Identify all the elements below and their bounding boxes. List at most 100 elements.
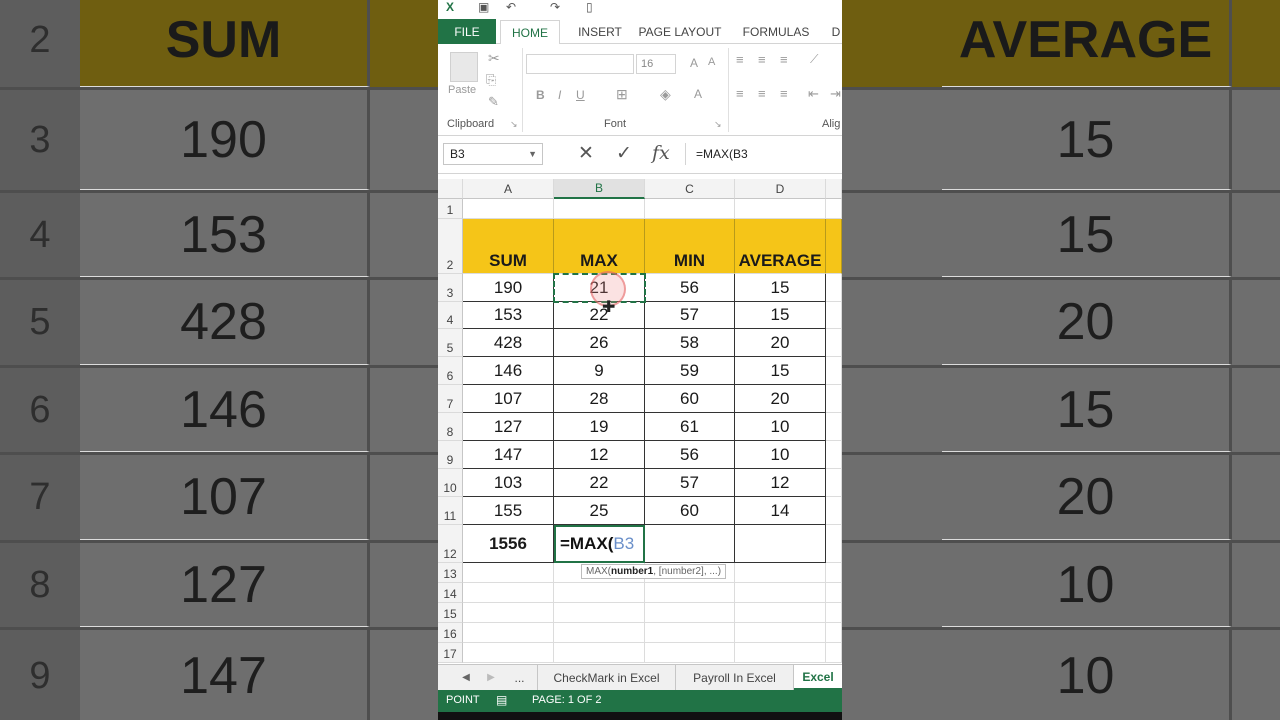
- data-cell[interactable]: 19: [554, 413, 645, 441]
- data-cell[interactable]: 10: [735, 441, 826, 469]
- row-header[interactable]: 4: [438, 302, 463, 329]
- data-cell[interactable]: 107: [463, 385, 554, 413]
- data-cell[interactable]: 59: [645, 357, 735, 385]
- clipboard-launcher-icon[interactable]: ↘: [510, 119, 518, 130]
- font-name-select[interactable]: [526, 54, 634, 74]
- row-header[interactable]: 2: [438, 219, 463, 274]
- row-header[interactable]: 3: [438, 274, 463, 302]
- font-color-icon[interactable]: A: [694, 87, 702, 101]
- paste-icon[interactable]: [450, 52, 478, 82]
- data-cell[interactable]: 147: [463, 441, 554, 469]
- data-cell[interactable]: 12: [554, 441, 645, 469]
- italic-button[interactable]: I: [558, 88, 561, 102]
- data-cell[interactable]: 20: [735, 329, 826, 357]
- cell[interactable]: [463, 603, 554, 623]
- chevron-down-icon[interactable]: ▼: [528, 144, 537, 164]
- align-center-icon[interactable]: ≡: [758, 86, 766, 101]
- name-box[interactable]: B3 ▼: [443, 143, 543, 165]
- cell[interactable]: [826, 623, 842, 643]
- row-header[interactable]: 8: [438, 413, 463, 441]
- cell[interactable]: [735, 563, 826, 583]
- cell[interactable]: [554, 603, 645, 623]
- cell[interactable]: [554, 643, 645, 663]
- data-cell[interactable]: 26: [554, 329, 645, 357]
- data-cell[interactable]: 22: [554, 469, 645, 497]
- cell[interactable]: [826, 199, 842, 219]
- cell[interactable]: [735, 583, 826, 603]
- data-cell[interactable]: 127: [463, 413, 554, 441]
- row-header[interactable]: 10: [438, 469, 463, 497]
- cell[interactable]: [645, 623, 735, 643]
- sheet-tab-more[interactable]: ...: [502, 665, 538, 690]
- cell[interactable]: [645, 643, 735, 663]
- data-cell[interactable]: 15: [735, 302, 826, 329]
- data-cell[interactable]: 61: [645, 413, 735, 441]
- cell[interactable]: [826, 385, 842, 413]
- cell[interactable]: [826, 525, 842, 563]
- sheet-tab-payroll[interactable]: Payroll In Excel: [676, 665, 794, 690]
- data-cell[interactable]: 9: [554, 357, 645, 385]
- formula-input[interactable]: =MAX(B3: [685, 143, 842, 165]
- increase-indent-icon[interactable]: ⇥: [830, 86, 841, 102]
- data-cell[interactable]: 10: [735, 413, 826, 441]
- row-header[interactable]: 6: [438, 357, 463, 385]
- cell[interactable]: [826, 583, 842, 603]
- data-cell[interactable]: 14: [735, 497, 826, 525]
- tab-data[interactable]: D: [830, 20, 842, 44]
- data-cell[interactable]: 190: [463, 274, 554, 302]
- header-cell-max[interactable]: MAX: [554, 219, 645, 274]
- redo-icon[interactable]: ↷: [550, 0, 560, 14]
- row-header[interactable]: 11: [438, 497, 463, 525]
- cell[interactable]: [826, 329, 842, 357]
- cell[interactable]: [735, 623, 826, 643]
- new-file-icon[interactable]: ▯: [586, 0, 593, 14]
- sheet-tab-excel[interactable]: Excel: [794, 665, 842, 690]
- decrease-indent-icon[interactable]: ⇤: [808, 86, 819, 102]
- prev-sheet-icon[interactable]: ◀: [452, 665, 480, 690]
- editing-cell-b12[interactable]: =MAX(B3: [554, 525, 645, 563]
- tab-home[interactable]: HOME: [500, 20, 560, 45]
- header-cell-sum[interactable]: SUM: [463, 219, 554, 274]
- cell[interactable]: [463, 199, 554, 219]
- paste-button[interactable]: Paste: [448, 84, 476, 96]
- row-header[interactable]: 13: [438, 563, 463, 583]
- cell[interactable]: [826, 302, 842, 329]
- cell[interactable]: [826, 603, 842, 623]
- function-tooltip[interactable]: MAX(number1, [number2], ...): [581, 564, 727, 579]
- total-min-cell[interactable]: [645, 525, 735, 563]
- data-cell[interactable]: 146: [463, 357, 554, 385]
- underline-button[interactable]: U: [576, 88, 585, 102]
- data-cell[interactable]: 155: [463, 497, 554, 525]
- cell[interactable]: [826, 643, 842, 663]
- cell[interactable]: [735, 603, 826, 623]
- row-header[interactable]: 9: [438, 441, 463, 469]
- cell[interactable]: [826, 497, 842, 525]
- row-header[interactable]: 1: [438, 199, 463, 219]
- tab-page-layout[interactable]: PAGE LAYOUT: [636, 20, 724, 44]
- tab-formulas[interactable]: FORMULAS: [740, 20, 812, 44]
- header-cell-min[interactable]: MIN: [645, 219, 735, 274]
- row-header[interactable]: 17: [438, 643, 463, 663]
- data-cell[interactable]: 20: [735, 385, 826, 413]
- cell[interactable]: [735, 643, 826, 663]
- data-cell[interactable]: 25: [554, 497, 645, 525]
- data-cell[interactable]: 60: [645, 497, 735, 525]
- data-cell[interactable]: 57: [645, 302, 735, 329]
- save-icon[interactable]: ▣: [478, 0, 489, 14]
- row-header[interactable]: 16: [438, 623, 463, 643]
- align-bottom-icon[interactable]: ≡: [780, 52, 788, 67]
- column-header-c[interactable]: C: [645, 179, 735, 199]
- total-sum-cell[interactable]: 1556: [463, 525, 554, 563]
- row-header[interactable]: 12: [438, 525, 463, 563]
- cell[interactable]: [826, 357, 842, 385]
- data-cell[interactable]: 15: [735, 274, 826, 302]
- cell[interactable]: [826, 441, 842, 469]
- cell[interactable]: [826, 469, 842, 497]
- data-cell[interactable]: 56: [645, 441, 735, 469]
- data-cell[interactable]: 428: [463, 329, 554, 357]
- cell[interactable]: [735, 199, 826, 219]
- shrink-font-icon[interactable]: A: [708, 56, 715, 68]
- fill-color-icon[interactable]: ◈: [660, 86, 671, 103]
- data-cell[interactable]: 60: [645, 385, 735, 413]
- enter-formula-icon[interactable]: ✓: [616, 142, 632, 165]
